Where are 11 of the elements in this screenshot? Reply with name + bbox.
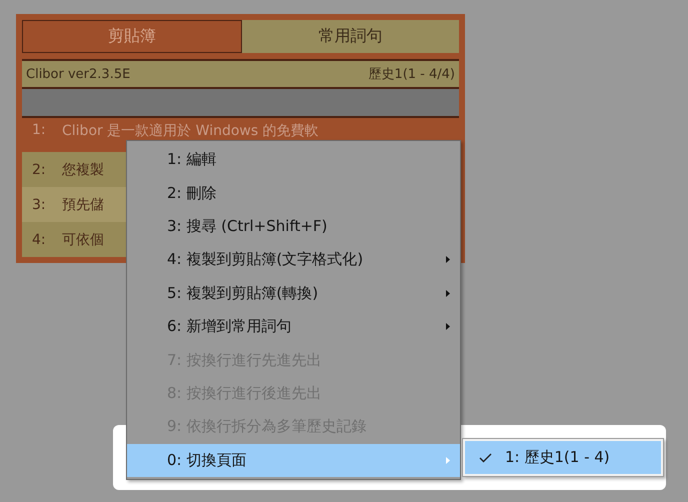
menu-item[interactable]: 1: 歷史1(1 - 4) xyxy=(465,441,661,474)
version-label: Clibor ver2.3.5E xyxy=(26,66,130,82)
history-status: 歷史1(1 - 4/4) xyxy=(368,66,455,83)
menu-item[interactable]: 3: 搜尋 (Ctrl+Shift+F) xyxy=(127,210,460,244)
search-field[interactable] xyxy=(22,89,459,118)
menu-item[interactable]: 5: 複製到剪貼簿(轉換) xyxy=(127,276,460,310)
menu-item[interactable]: 0: 切換頁面 xyxy=(127,444,460,477)
menu-item[interactable]: 6: 新增到常用詞句 xyxy=(127,310,460,344)
menu-item[interactable]: 4: 複製到剪貼簿(文字格式化) xyxy=(127,243,460,277)
menu-item[interactable]: 2: 刪除 xyxy=(127,176,460,210)
tab[interactable]: 常用詞句 xyxy=(242,20,459,53)
